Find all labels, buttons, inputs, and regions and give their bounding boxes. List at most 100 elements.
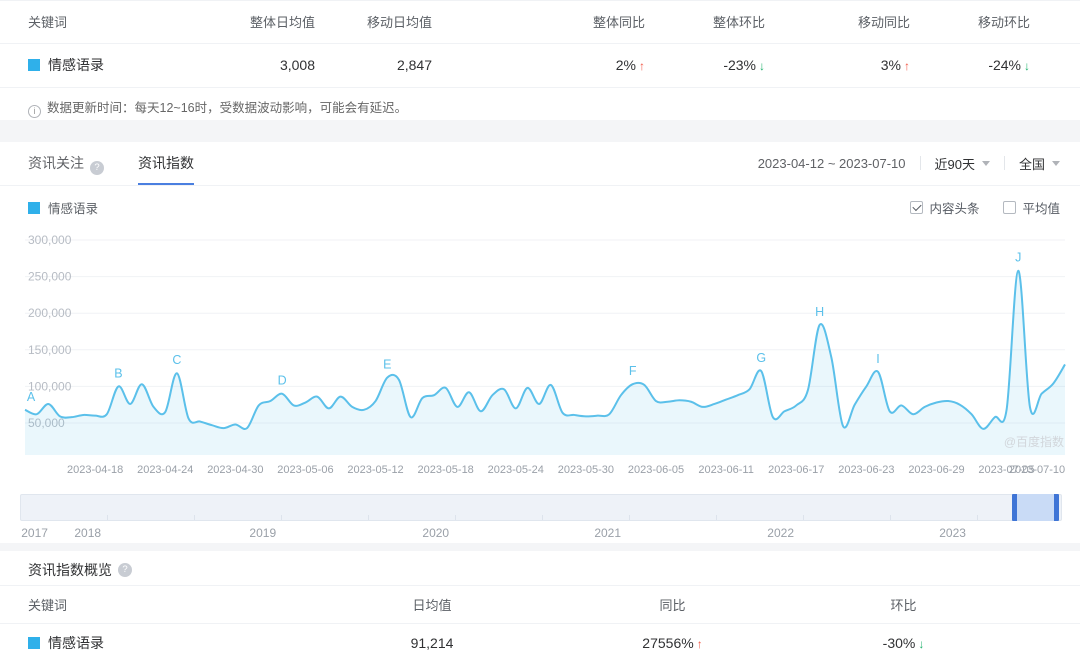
tab-bar: 资讯关注 资讯指数 [28,141,228,185]
keyword-label: 情感语录 [48,635,104,651]
x-axis-label: 2023-05-06 [277,464,333,476]
peak-marker-C: C [172,353,181,367]
x-axis-label: 2023-06-23 [838,464,894,476]
x-axis-label: 2023-06-17 [768,464,824,476]
date-range[interactable]: 2023-04-12 ~ 2023-07-10 [758,156,906,171]
chart-toolbar: 情感语录 内容头条 平均值 [0,186,1080,226]
mobile-yoy-value: 3% [765,43,910,87]
news-index-overview-section: 资讯指数概览 关键词 日均值 同比 环比 情感语录 91,214 27556% [0,551,1080,663]
mobile-daily-value: 2,847 [315,43,432,87]
mom-value: -30% [777,623,1080,663]
peak-marker-D: D [278,373,287,387]
overall-yoy-value: 2% [432,43,645,87]
col-keyword: 关键词 [0,1,240,43]
chart-legend: 情感语录 [28,198,98,217]
trend-arrow [759,59,765,73]
timeline-year-label: 2022 [767,526,794,540]
x-axis-label: 2023-04-18 [67,464,123,476]
keyword-color-swatch [28,637,40,649]
overview-table: 关键词 日均值 同比 环比 情感语录 91,214 27556% -30% [0,585,1080,663]
timeline-year-label: 2018 [74,526,101,540]
overall-mom-value: -23% [645,43,765,87]
col-mobile-yoy: 移动同比 [765,1,910,43]
overview-data-row: 情感语录 91,214 27556% -30% [0,623,1080,663]
legend-label: 情感语录 [48,198,98,217]
y-axis-label: 250,000 [28,269,72,283]
timeline-scrubber: 2017 2018 2019 2020 2021 2022 2023 [0,482,1080,543]
trend-arrow [697,637,703,651]
timeline-year-label: 2021 [594,526,621,540]
section-divider [0,543,1080,551]
trend-arrow [639,59,645,73]
timeline-year-label: 2020 [422,526,449,540]
col-overall-yoy: 整体同比 [432,1,645,43]
stats-header-row: 关键词 整体日均值 移动日均值 整体同比 整体环比 移动同比 移动环比 [0,1,1080,43]
peak-marker-B: B [114,366,122,380]
keyword-stats-section: 关键词 整体日均值 移动日均值 整体同比 整体环比 移动同比 移动环比 情感语录… [0,0,1080,120]
overall-daily-value: 3,008 [240,43,315,87]
tab-news-index[interactable]: 资讯指数 [138,141,194,185]
y-axis-label: 300,000 [28,233,72,247]
tab-news-attention-label: 资讯关注 [28,155,84,171]
data-update-notice: 数据更新时间：每天12~16时，受数据波动影响，可能会有延迟。 [0,88,1080,120]
x-axis-label: 2023-05-24 [488,464,544,476]
keyword-cell: 情感语录 [0,623,324,663]
daily-avg-value: 91,214 [324,623,540,663]
trend-chart-svg[interactable]: 50,000100,000150,000200,000250,000300,00… [0,226,1080,456]
watermark: @百度指数 [1004,433,1064,450]
x-axis-label: 2023-05-30 [558,464,614,476]
timeline-years: 2017 2018 2019 2020 2021 2022 2023 [20,521,1062,543]
checkbox-content-headlines[interactable]: 内容头条 [910,198,979,217]
tab-news-index-label: 资讯指数 [138,155,194,171]
trend-arrow [918,637,924,651]
peak-marker-I: I [876,351,879,365]
timeline-track[interactable] [20,494,1062,521]
baidu-index-page: 关键词 整体日均值 移动日均值 整体同比 整体环比 移动同比 移动环比 情感语录… [0,0,1080,663]
timeline-selection[interactable] [1012,494,1059,521]
help-icon[interactable] [90,161,104,175]
col-daily-avg: 日均值 [324,585,540,623]
col-yoy: 同比 [540,585,777,623]
section-divider [0,120,1080,142]
trend-chart: 50,000100,000150,000200,000250,000300,00… [0,226,1080,482]
chevron-down-icon [1052,161,1060,166]
y-axis-label: 200,000 [28,306,72,320]
keyword-color-swatch [28,59,40,71]
help-icon[interactable] [118,563,132,577]
x-axis: 2023-04-182023-04-242023-04-302023-05-06… [0,456,1080,482]
x-axis-label: 2023-06-29 [908,464,964,476]
keyword-cell: 情感语录 [0,43,240,87]
x-axis-label: 2023-06-05 [628,464,684,476]
checkbox-average[interactable]: 平均值 [1003,198,1060,217]
stats-data-row: 情感语录 3,008 2,847 2% -23% 3% -24% [0,43,1080,87]
peak-marker-J: J [1015,250,1021,264]
col-mobile-daily: 移动日均值 [315,1,432,43]
x-axis-label: 2023-06-11 [698,464,753,476]
x-axis-label: 2023-04-24 [137,464,193,476]
col-mom: 环比 [777,585,1080,623]
chart-controls: 2023-04-12 ~ 2023-07-10 近90天 全国 [758,154,1060,173]
checkbox-icon[interactable] [1003,201,1016,214]
col-overall-daily: 整体日均值 [240,1,315,43]
keyword-stats-table: 关键词 整体日均值 移动日均值 整体同比 整体环比 移动同比 移动环比 情感语录… [0,1,1080,88]
col-mobile-mom: 移动环比 [910,1,1030,43]
col-overall-mom: 整体环比 [645,1,765,43]
period-dropdown[interactable]: 近90天 [935,154,990,173]
checkbox-icon[interactable] [910,201,923,214]
trend-arrow [904,59,910,73]
timeline-year-label: 2019 [249,526,276,540]
divider [1004,156,1005,170]
peak-marker-G: G [756,351,766,365]
news-index-section: 资讯关注 资讯指数 2023-04-12 ~ 2023-07-10 近90天 全… [0,142,1080,543]
timeline-year-label: 2023 [939,526,966,540]
legend-color-swatch [28,202,40,214]
overview-header-row: 关键词 日均值 同比 环比 [0,585,1080,623]
yoy-value: 27556% [540,623,777,663]
tab-news-attention[interactable]: 资讯关注 [28,141,104,185]
trend-arrow [1024,59,1030,73]
timeline-year-label: 2017 [21,526,48,540]
keyword-label: 情感语录 [48,57,104,73]
peak-marker-E: E [383,357,391,371]
peak-marker-F: F [629,364,637,378]
region-dropdown[interactable]: 全国 [1019,154,1060,173]
